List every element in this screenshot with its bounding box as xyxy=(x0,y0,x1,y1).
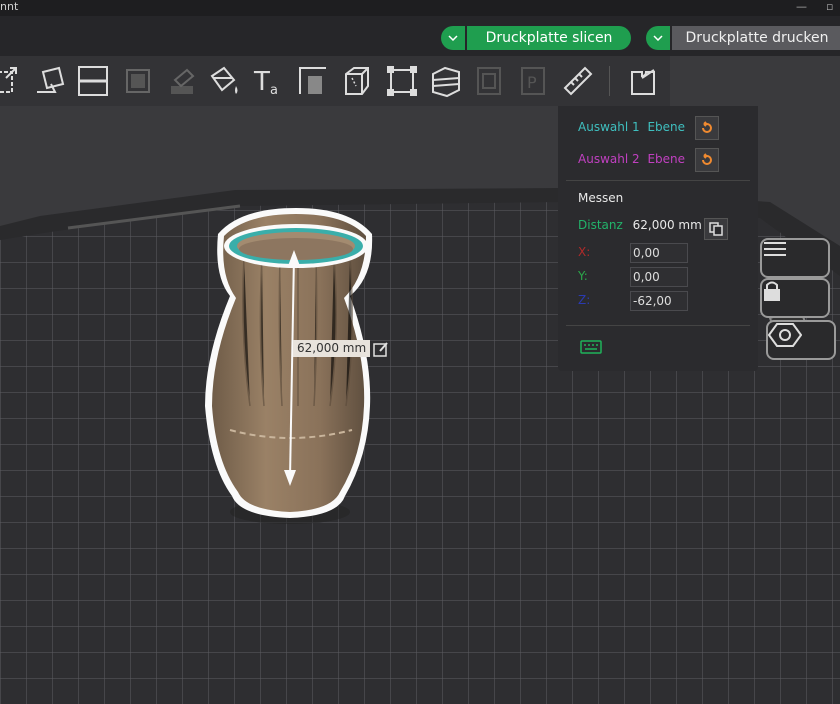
slice-dropdown-button[interactable] xyxy=(441,26,465,50)
measure-icon[interactable] xyxy=(559,62,597,100)
chevron-down-icon xyxy=(653,35,663,41)
reset-selection1-button[interactable] xyxy=(695,116,719,140)
selection1-row: Auswahl 1 Ebene xyxy=(578,120,685,134)
title-bar: nnt — ▫ xyxy=(0,0,840,16)
distance-label: Distanz xyxy=(578,218,623,232)
print-dropdown-button[interactable] xyxy=(646,26,670,50)
list-icon xyxy=(764,242,786,256)
arrange-icon[interactable] xyxy=(0,62,24,100)
layers-icon xyxy=(119,62,157,100)
gizmo-toolbar: Ta P xyxy=(0,56,670,106)
plate-settings-button[interactable] xyxy=(766,320,836,360)
selection2-value: Ebene xyxy=(647,152,686,166)
distance-value: 62,000 mm xyxy=(632,218,702,232)
reset-selection2-button[interactable] xyxy=(695,148,719,172)
keyboard-icon[interactable] xyxy=(580,340,602,357)
svg-text:a: a xyxy=(270,83,278,98)
selection1-value: Ebene xyxy=(647,120,686,134)
brim-icon: P xyxy=(514,62,552,100)
paint-bucket-icon[interactable] xyxy=(206,62,244,100)
selection2-row: Auswahl 2 Ebene xyxy=(578,152,685,166)
z-label: Z: xyxy=(578,293,591,307)
distance-row: Distanz 62,000 mm xyxy=(578,218,702,232)
x-label: X: xyxy=(578,245,591,259)
plate-lock-button[interactable] xyxy=(760,278,830,318)
copy-distance-button[interactable] xyxy=(704,218,728,240)
y-value-field[interactable]: 0,00 xyxy=(630,267,688,287)
slice-plate-button[interactable]: Druckplatte slicen xyxy=(467,26,631,50)
y-label: Y: xyxy=(578,269,588,283)
measure-panel: Auswahl 1 Ebene Auswahl 2 Ebene Messen D… xyxy=(558,106,758,371)
hexagon-icon xyxy=(768,323,802,347)
orient-icon[interactable] xyxy=(31,62,69,100)
restore-icon[interactable]: ▫ xyxy=(826,0,833,14)
edit-measure-icon[interactable] xyxy=(372,340,390,358)
svg-text:P: P xyxy=(527,73,537,92)
selection2-label: Auswahl 2 xyxy=(578,152,640,166)
reset-icon xyxy=(702,121,712,133)
scale-icon[interactable] xyxy=(383,62,421,100)
toolbar-separator xyxy=(609,66,610,96)
copy-icon xyxy=(709,222,723,236)
variable-layer-icon[interactable] xyxy=(427,62,465,100)
top-bar: Druckplatte slicen Druckplatte drucken xyxy=(0,16,840,56)
window-title: nnt xyxy=(0,0,19,13)
emboss-icon[interactable] xyxy=(294,62,332,100)
seam-icon xyxy=(470,62,508,100)
print-group: Druckplatte drucken xyxy=(646,26,840,50)
plate-list-button[interactable] xyxy=(760,238,830,278)
print-plate-button[interactable]: Druckplatte drucken xyxy=(672,26,840,50)
minimize-icon[interactable]: — xyxy=(796,0,807,14)
split-icon[interactable] xyxy=(74,62,112,100)
text-icon[interactable]: Ta xyxy=(249,62,287,100)
svg-text:T: T xyxy=(253,67,270,97)
cut-icon[interactable] xyxy=(338,62,376,100)
divider xyxy=(566,325,750,326)
divider xyxy=(566,180,750,181)
assembly-icon[interactable] xyxy=(624,62,662,100)
z-value-field[interactable]: -62,00 xyxy=(630,291,688,311)
measure-section-title: Messen xyxy=(578,191,624,205)
chevron-down-icon xyxy=(448,35,458,41)
x-value-field[interactable]: 0,00 xyxy=(630,243,688,263)
measure-label: 62,000 mm xyxy=(293,340,371,357)
selection1-label: Auswahl 1 xyxy=(578,120,640,134)
slice-group: Druckplatte slicen xyxy=(441,26,631,50)
reset-icon xyxy=(702,153,712,165)
lock-icon xyxy=(764,281,780,301)
supports-paint-icon xyxy=(163,62,201,100)
